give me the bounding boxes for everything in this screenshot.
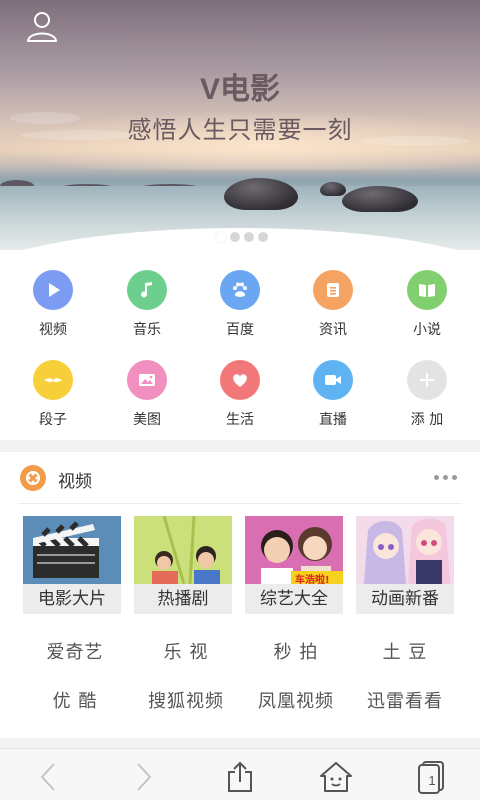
shortcut-news[interactable]: 资讯 bbox=[286, 270, 380, 350]
shortcut-baidu[interactable]: 百度 bbox=[193, 270, 287, 350]
link-iqiyi[interactable]: 爱奇艺 bbox=[20, 638, 130, 664]
carousel-dot[interactable] bbox=[244, 232, 254, 242]
shortcut-label: 小说 bbox=[413, 322, 441, 338]
news-icon bbox=[313, 270, 353, 310]
picture-icon bbox=[127, 360, 167, 400]
link-letv[interactable]: 乐 视 bbox=[131, 638, 241, 664]
tab-count: 1 bbox=[428, 773, 436, 788]
shortcut-video[interactable]: 视频 bbox=[6, 270, 100, 350]
link-xunlei[interactable]: 迅雷看看 bbox=[350, 687, 460, 713]
shortcut-live[interactable]: 直播 bbox=[286, 360, 380, 440]
thumbnail-anime[interactable]: 动画新番 bbox=[356, 516, 454, 614]
anime-image bbox=[356, 516, 454, 584]
thumbnail-movies[interactable]: 电影大片 bbox=[23, 516, 121, 614]
forward-button[interactable] bbox=[124, 759, 164, 795]
shortcut-grid: 视频 音乐 百度 资讯 小说 段子 美图 生活 直播 添 加 bbox=[0, 250, 480, 440]
link-youku[interactable]: 优 酷 bbox=[20, 687, 130, 713]
shortcut-music[interactable]: 音乐 bbox=[100, 270, 194, 350]
link-miaopai[interactable]: 秒 拍 bbox=[241, 638, 351, 664]
shortcut-jokes[interactable]: 段子 bbox=[6, 360, 100, 440]
thumbnail-caption: 热播剧 bbox=[134, 584, 232, 614]
shortcut-label: 直播 bbox=[319, 412, 347, 428]
more-options-icon[interactable] bbox=[434, 475, 457, 480]
thumbnail-caption: 动画新番 bbox=[356, 584, 454, 614]
shortcut-add[interactable]: 添 加 bbox=[380, 360, 474, 440]
link-tudou[interactable]: 土 豆 bbox=[350, 638, 460, 664]
heart-icon bbox=[220, 360, 260, 400]
chevron-left-icon bbox=[40, 763, 55, 791]
tv-series-image bbox=[134, 516, 232, 584]
banner-title: V电影 bbox=[199, 73, 280, 106]
shortcut-label: 视频 bbox=[39, 322, 67, 338]
bottom-toolbar: 1 bbox=[0, 748, 480, 800]
tabs-button[interactable]: 1 bbox=[412, 759, 452, 795]
banner-rock bbox=[224, 178, 298, 210]
clapperboard-image bbox=[23, 516, 121, 584]
thumbnail-caption: 综艺大全 bbox=[245, 584, 343, 614]
banner-subtitle: 感悟人生只需要一刻 bbox=[127, 116, 353, 144]
plus-icon bbox=[407, 360, 447, 400]
carousel-dot[interactable] bbox=[216, 232, 226, 242]
music-note-icon bbox=[127, 270, 167, 310]
carousel-indicator[interactable] bbox=[216, 232, 268, 242]
paw-icon bbox=[220, 270, 260, 310]
shortcut-pictures[interactable]: 美图 bbox=[100, 360, 194, 440]
thumbnail-caption: 电影大片 bbox=[23, 584, 121, 614]
video-camera-icon bbox=[313, 360, 353, 400]
mustache-icon bbox=[33, 360, 73, 400]
video-card-title: 视频 bbox=[58, 472, 92, 492]
share-icon bbox=[228, 761, 252, 792]
play-icon bbox=[33, 270, 73, 310]
carousel-dot[interactable] bbox=[230, 232, 240, 242]
divider bbox=[18, 503, 462, 504]
thumbnail-tv-series[interactable]: 热播剧 bbox=[134, 516, 232, 614]
shortcut-label: 添 加 bbox=[410, 412, 444, 428]
back-button[interactable] bbox=[28, 759, 68, 795]
browser-home-page: V电影 感悟人生只需要一刻 视频 音乐 百度 资讯 小说 段子 美图 生活 直播… bbox=[0, 0, 480, 800]
book-icon bbox=[407, 270, 447, 310]
share-button[interactable] bbox=[220, 759, 260, 795]
link-sohu-video[interactable]: 搜狐视频 bbox=[131, 687, 241, 713]
home-button[interactable] bbox=[316, 759, 356, 795]
carousel-dot[interactable] bbox=[258, 232, 268, 242]
shortcut-label: 美图 bbox=[133, 412, 161, 428]
shortcut-label: 生活 bbox=[226, 412, 254, 428]
thumbnail-variety[interactable]: 车浩啦! 综艺大全 bbox=[245, 516, 343, 614]
home-face-icon bbox=[320, 762, 352, 792]
shortcut-label: 资讯 bbox=[319, 322, 347, 338]
chevron-right-icon bbox=[137, 763, 152, 791]
link-ifeng-video[interactable]: 凤凰视频 bbox=[241, 687, 351, 713]
shortcut-life[interactable]: 生活 bbox=[193, 360, 287, 440]
banner-rock bbox=[342, 186, 418, 212]
shortcut-label: 百度 bbox=[226, 322, 254, 338]
user-profile-icon[interactable] bbox=[24, 8, 60, 44]
shortcut-novel[interactable]: 小说 bbox=[380, 270, 474, 350]
video-card-header: 视频 bbox=[0, 452, 480, 504]
video-card: 视频 电影大片 热播剧 车浩啦! 综艺大全 动画新番 爱奇艺 乐 视 秒 拍 土… bbox=[0, 452, 480, 738]
hero-banner[interactable]: V电影 感悟人生只需要一刻 bbox=[0, 0, 480, 250]
film-reel-icon bbox=[20, 465, 46, 491]
banner-rock bbox=[320, 182, 346, 196]
shortcut-label: 段子 bbox=[39, 412, 67, 428]
shortcut-label: 音乐 bbox=[133, 322, 161, 338]
